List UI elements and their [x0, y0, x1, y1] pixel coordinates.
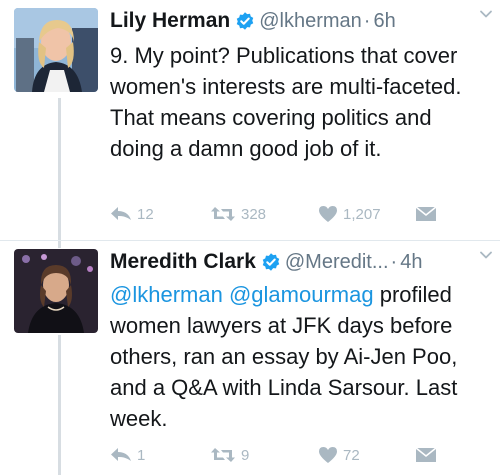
separator: ·	[390, 250, 398, 273]
chevron-down-icon[interactable]	[478, 247, 494, 263]
tweet-text: @lkherman @glamourmag profiled women law…	[110, 279, 490, 434]
direct-message-button[interactable]	[416, 447, 441, 463]
heart-icon	[319, 206, 337, 222]
author-name[interactable]: Meredith Clark	[110, 250, 256, 274]
retweet-button[interactable]: 9	[210, 446, 249, 464]
avatar[interactable]	[14, 8, 98, 92]
author-handle[interactable]: @lkherman	[259, 10, 362, 33]
tweet-header: Lily Herman @lkherman · 6h	[110, 6, 490, 36]
reply-button[interactable]: 12	[110, 206, 154, 223]
reply-count: 12	[137, 205, 154, 223]
retweet-button[interactable]: 328	[210, 205, 266, 223]
timestamp[interactable]: 4h	[400, 251, 422, 274]
envelope-icon	[416, 447, 436, 462]
like-count: 72	[343, 446, 360, 464]
tweet-actions: 12 328 1,207	[110, 202, 440, 226]
tweet-header: Meredith Clark @Meredit... · 4h	[110, 247, 490, 277]
envelope-icon	[416, 206, 436, 221]
tweet-text: 9. My point? Publications that cover wom…	[110, 43, 462, 161]
mention-link[interactable]: @lkherman	[110, 282, 223, 307]
direct-message-button[interactable]	[416, 206, 441, 222]
reply-icon	[111, 448, 131, 461]
like-count: 1,207	[343, 205, 381, 223]
reply-button[interactable]: 1	[110, 447, 145, 464]
timestamp[interactable]: 6h	[373, 10, 395, 33]
separator: ·	[363, 9, 371, 32]
retweet-icon	[211, 448, 235, 462]
author-handle[interactable]: @Meredit...	[285, 251, 389, 274]
author-name[interactable]: Lily Herman	[110, 9, 230, 33]
mention-link[interactable]: @glamourmag	[229, 282, 374, 307]
verified-badge-icon	[236, 12, 254, 30]
reply-count: 1	[137, 446, 146, 464]
reply-icon	[111, 207, 131, 220]
retweet-count: 328	[241, 205, 267, 223]
avatar[interactable]	[14, 249, 98, 333]
tweet[interactable]: Meredith Clark @Meredit... · 4h @lkherma…	[0, 240, 500, 476]
chevron-down-icon[interactable]	[478, 6, 494, 22]
retweet-icon	[211, 207, 235, 221]
like-button[interactable]: 72	[318, 446, 360, 464]
tweet-actions: 1 9 72	[110, 443, 440, 467]
verified-badge-icon	[262, 253, 280, 271]
like-button[interactable]: 1,207	[318, 205, 381, 223]
retweet-count: 9	[241, 446, 250, 464]
heart-icon	[319, 447, 337, 463]
tweet[interactable]: Lily Herman @lkherman · 6h 9. My point? …	[0, 0, 500, 240]
